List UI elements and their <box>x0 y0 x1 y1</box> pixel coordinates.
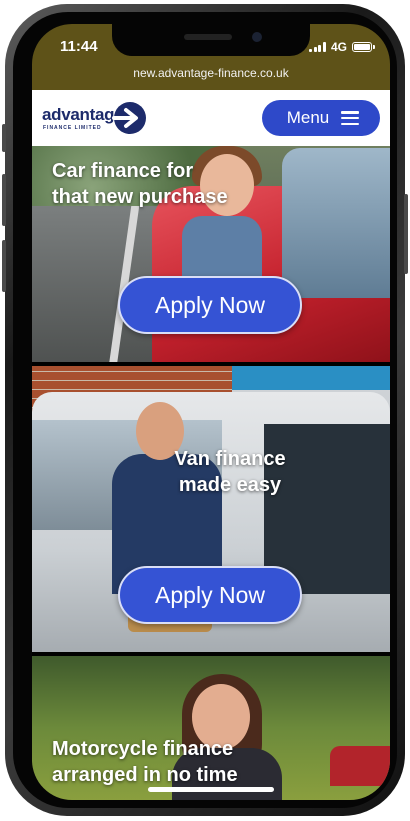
logo-subtext: FINANCE LIMITED <box>43 125 102 131</box>
phone-screen: 11:44 4G new.advantage-finance.co.uk adv… <box>32 24 390 800</box>
woman-shirt-image <box>182 216 262 276</box>
sky-image <box>232 366 390 390</box>
brand-logo[interactable]: advantage FINANCE LIMITED <box>42 98 146 138</box>
hero-van-finance: Van finance made easy Apply Now <box>32 366 390 652</box>
volume-up-button <box>2 174 6 226</box>
van-title-line2: made easy <box>178 474 282 496</box>
speaker-icon <box>184 34 232 40</box>
site-header: advantage FINANCE LIMITED Menu <box>32 90 390 146</box>
status-bar: 11:44 4G new.advantage-finance.co.uk <box>32 24 390 90</box>
moto-title-line2: arranged in no time <box>52 764 238 786</box>
hero-motorcycle-finance: Motorcycle finance arranged in no time <box>32 656 390 800</box>
power-button <box>404 194 408 274</box>
front-camera-icon <box>252 32 262 42</box>
car-window-image <box>282 148 390 298</box>
car-apply-now-button[interactable]: Apply Now <box>118 276 302 334</box>
motorcycle-finance-title: Motorcycle finance arranged in no time <box>52 736 238 788</box>
van-title-line1: Van finance <box>174 448 286 470</box>
mute-switch <box>2 124 6 152</box>
car-title-line1: Car finance for <box>52 160 194 182</box>
signal-icon <box>309 42 326 52</box>
motorcycle-image <box>330 746 390 786</box>
van-finance-title: Van finance made easy <box>160 446 300 498</box>
logo-arrow-icon <box>112 102 146 134</box>
car-title-line2: that new purchase <box>52 186 228 208</box>
menu-label: Menu <box>286 108 330 127</box>
status-time: 11:44 <box>60 38 98 55</box>
volume-down-button <box>2 240 6 292</box>
hero-car-finance: Car finance for that new purchase Apply … <box>32 146 390 362</box>
car-finance-title: Car finance for that new purchase <box>52 158 228 210</box>
van-apply-now-button[interactable]: Apply Now <box>118 566 302 624</box>
home-indicator[interactable] <box>148 787 274 792</box>
battery-icon <box>352 42 375 52</box>
hamburger-icon <box>341 111 360 125</box>
menu-button[interactable]: Menu <box>262 100 380 136</box>
network-label: 4G <box>330 40 347 54</box>
notch <box>112 24 310 56</box>
status-indicators: 4G <box>309 40 375 54</box>
moto-title-line1: Motorcycle finance <box>52 738 234 760</box>
address-bar-url[interactable]: new.advantage-finance.co.uk <box>32 66 390 80</box>
